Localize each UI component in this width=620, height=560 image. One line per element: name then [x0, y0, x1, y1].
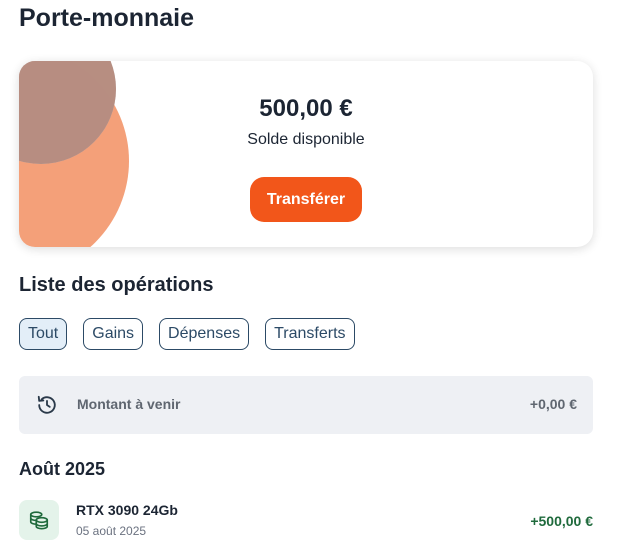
operations-title: Liste des opérations [19, 274, 214, 296]
balance-amount: 500,00 € [259, 95, 353, 122]
filter-all[interactable]: Tout [19, 318, 68, 350]
filter-expenses[interactable]: Dépenses [159, 318, 250, 350]
pending-amount-row[interactable]: Montant à venir +0,00 € [19, 376, 593, 434]
pending-amount: +0,00 € [529, 396, 577, 412]
month-heading: Août 2025 [19, 459, 106, 479]
transaction-name: RTX 3090 24Gb [76, 502, 178, 518]
transaction-row[interactable]: RTX 3090 24Gb 05 août 2025 +500,00 € [19, 498, 593, 542]
filter-chips: Tout Gains Dépenses Transferts [19, 318, 355, 350]
transaction-amount: +500,00 € [530, 513, 593, 529]
transaction-date: 05 août 2025 [76, 524, 147, 538]
balance-label: Solde disponible [247, 131, 365, 148]
coins-stack-icon [19, 500, 59, 540]
wallet-card: 500,00 € Solde disponible Transférer [19, 61, 593, 247]
decorative-shapes [19, 61, 129, 247]
transfer-button[interactable]: Transférer [250, 177, 362, 222]
filter-gains[interactable]: Gains [83, 318, 144, 350]
history-clock-icon [36, 394, 58, 421]
page-title: Porte-monnaie [19, 4, 195, 32]
pending-label: Montant à venir [77, 396, 181, 412]
filter-transfers[interactable]: Transferts [265, 318, 355, 350]
